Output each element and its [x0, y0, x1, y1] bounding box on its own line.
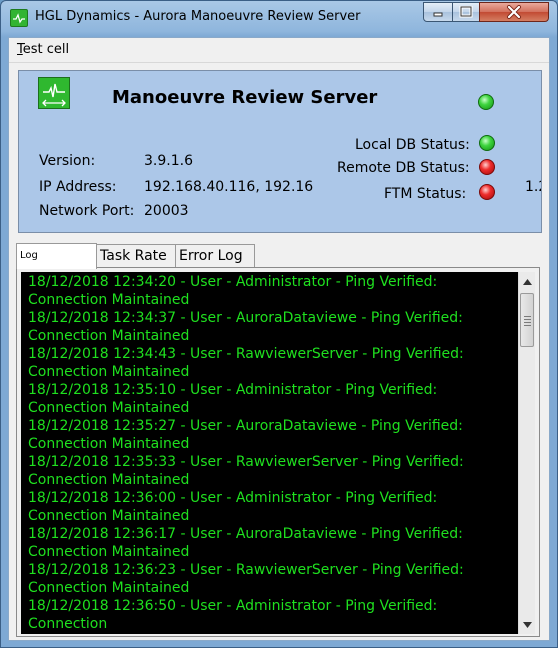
window-title: HGL Dynamics - Aurora Manoeuvre Review S… — [35, 9, 361, 24]
log-view[interactable]: 18/12/2018 12:34:20 - User - Administrat… — [21, 272, 535, 634]
server-info-panel: Manoeuvre Review Server Version: 3.9.1.6… — [18, 70, 542, 233]
tab-task-rate[interactable]: Task Rate — [96, 244, 176, 268]
tab-log[interactable]: Log — [16, 243, 97, 269]
log-line: 18/12/2018 12:36:23 - User - RawviewerSe… — [28, 562, 469, 596]
ftm-label: FTM Status: — [384, 186, 467, 202]
minimize-button[interactable] — [423, 2, 453, 22]
remote-db-label: Remote DB Status: — [337, 160, 470, 176]
grip-line — [524, 319, 531, 320]
log-lines: 18/12/2018 12:34:20 - User - Administrat… — [28, 273, 516, 633]
close-icon — [480, 3, 548, 21]
version-value: 3.9.1.6 — [144, 153, 193, 169]
menu-bar: Test cell — [9, 38, 549, 63]
log-scrollbar[interactable] — [518, 272, 535, 634]
log-line: 18/12/2018 12:34:37 - User - AuroraDatav… — [28, 310, 468, 344]
log-line: 18/12/2018 12:34:20 - User - Administrat… — [28, 274, 442, 308]
log-line: 18/12/2018 12:36:00 - User - Administrat… — [28, 490, 442, 524]
title-bar[interactable]: HGL Dynamics - Aurora Manoeuvre Review S… — [1, 1, 557, 35]
log-line: 18/12/2018 12:34:43 - User - RawviewerSe… — [28, 346, 469, 380]
port-value: 20003 — [144, 203, 189, 219]
tab-error-log[interactable]: Error Log — [175, 244, 255, 268]
maximize-button[interactable] — [452, 2, 480, 22]
menu-label: est cell — [22, 42, 70, 57]
client-area: Test cell Manoeuvre Review Server Versio… — [8, 37, 550, 641]
server-monitor-icon — [38, 77, 70, 109]
scroll-thumb[interactable] — [520, 293, 534, 347]
menu-test-cell[interactable]: Test cell — [17, 42, 69, 57]
log-line: 18/12/2018 12:36:17 - User - AuroraDatav… — [28, 526, 468, 560]
scroll-up-icon — [522, 278, 532, 285]
app-window: HGL Dynamics - Aurora Manoeuvre Review S… — [0, 0, 558, 648]
ftm-status-indicator — [479, 184, 495, 200]
log-line: 18/12/2018 12:35:27 - User - AuroraDatav… — [28, 418, 468, 452]
log-tab-panel: 18/12/2018 12:34:20 - User - Administrat… — [16, 267, 540, 637]
grip-line — [524, 322, 531, 323]
ftm-extra-value: 1.2 — [525, 179, 541, 195]
grip-line — [524, 316, 531, 317]
server-title: Manoeuvre Review Server — [112, 87, 378, 108]
log-line: 18/12/2018 12:36:50 - User - Administrat… — [28, 598, 442, 632]
server-status-indicator — [478, 94, 494, 110]
log-line: 18/12/2018 12:35:33 - User - RawviewerSe… — [28, 454, 469, 488]
ip-value: 192.168.40.116, 192.168.40.117 — [144, 179, 313, 195]
local-db-status-indicator — [479, 135, 495, 151]
version-label: Version: — [39, 153, 96, 169]
close-button[interactable] — [479, 2, 549, 22]
scroll-up-button[interactable] — [519, 273, 535, 290]
remote-db-status-indicator — [479, 159, 495, 175]
port-label: Network Port: — [39, 203, 135, 219]
scroll-down-button[interactable] — [519, 616, 535, 633]
grip-line — [524, 325, 531, 326]
ip-label: IP Address: — [39, 179, 117, 195]
scroll-down-icon — [522, 621, 532, 628]
app-icon[interactable] — [10, 9, 28, 27]
minimize-icon — [424, 3, 452, 21]
local-db-label: Local DB Status: — [355, 137, 470, 153]
maximize-icon — [453, 3, 479, 21]
log-line: 18/12/2018 12:35:10 - User - Administrat… — [28, 382, 442, 416]
